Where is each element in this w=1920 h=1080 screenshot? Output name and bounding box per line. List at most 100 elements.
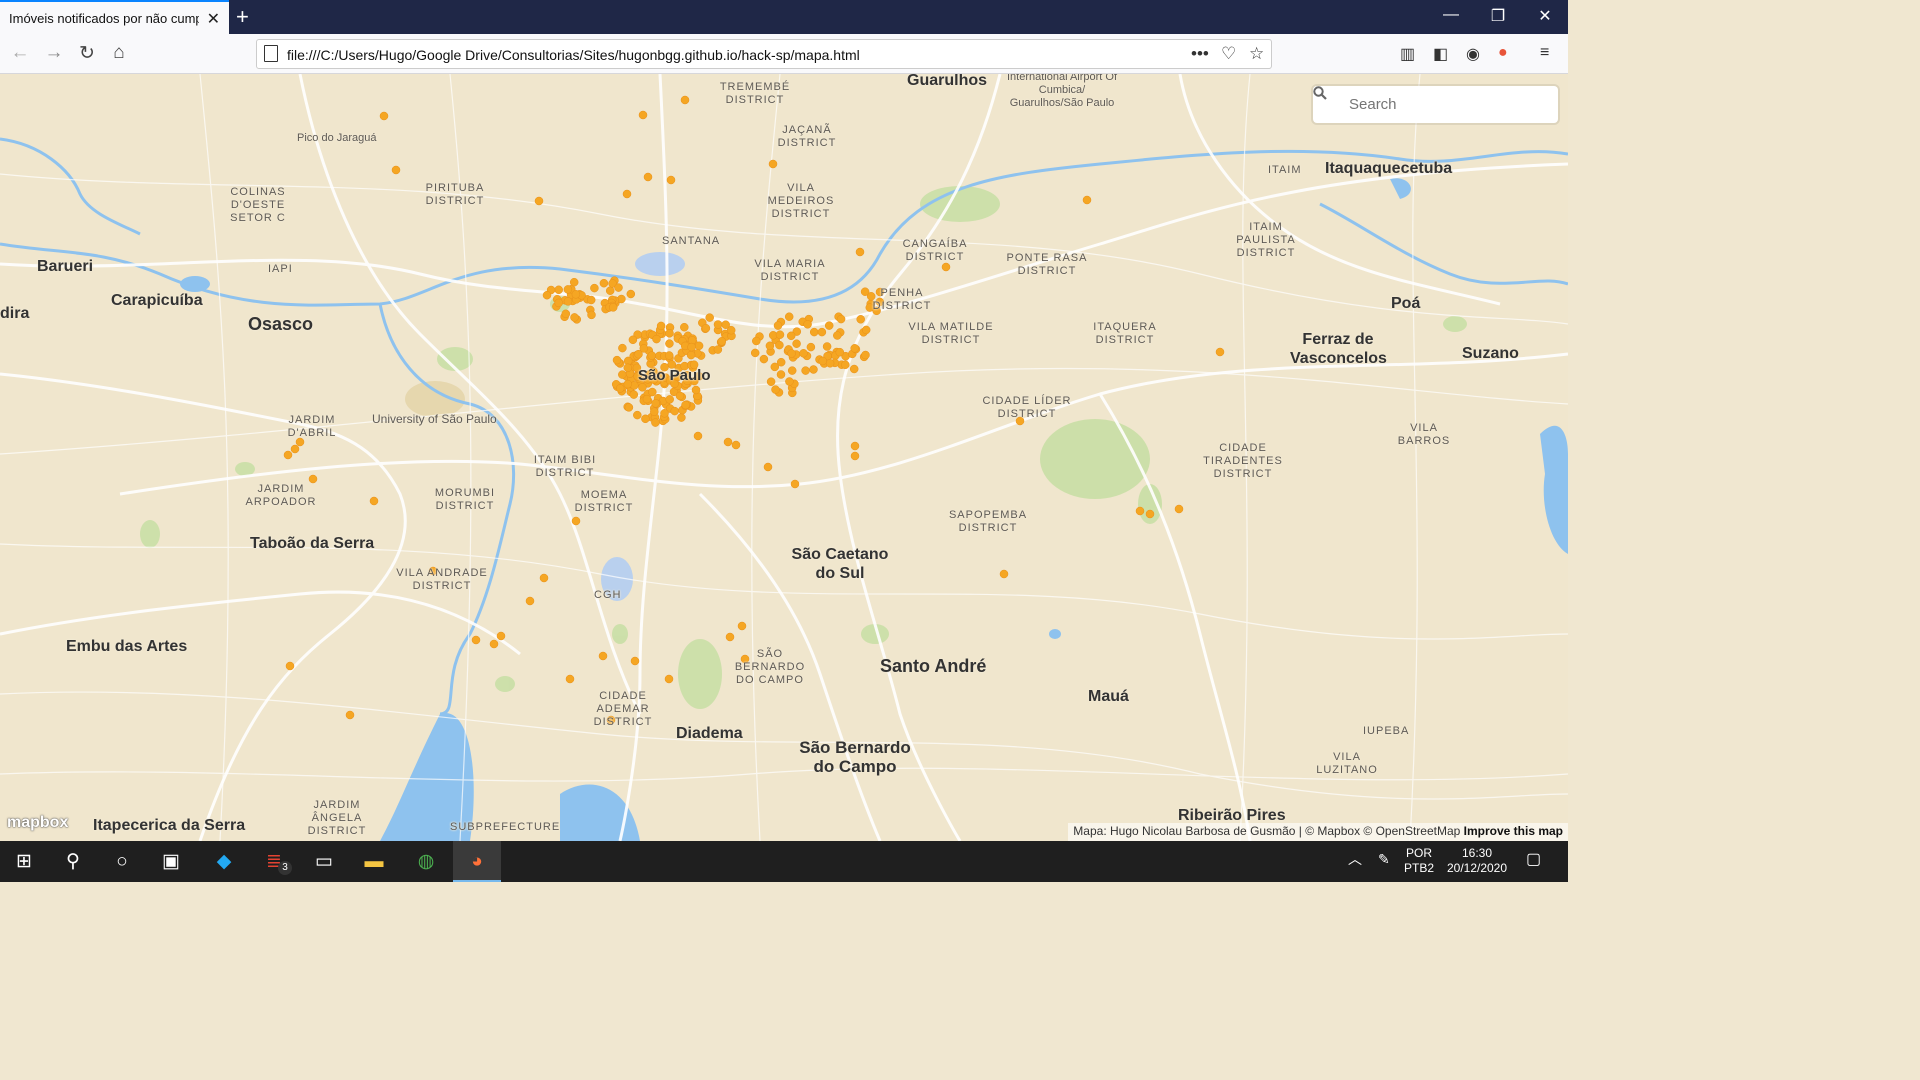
chrome-icon[interactable]: ◍ bbox=[402, 841, 450, 882]
property-marker[interactable] bbox=[752, 336, 761, 346]
property-marker[interactable] bbox=[599, 278, 609, 288]
clock[interactable]: 16:30 20/12/2020 bbox=[1444, 846, 1510, 876]
property-marker[interactable] bbox=[629, 390, 639, 399]
property-marker[interactable] bbox=[539, 573, 549, 583]
property-marker[interactable] bbox=[770, 362, 780, 372]
url-text[interactable]: file:///C:/Users/Hugo/Google Drive/Consu… bbox=[287, 47, 860, 63]
property-marker[interactable] bbox=[680, 322, 689, 332]
new-tab-icon[interactable]: + bbox=[236, 4, 249, 30]
property-marker[interactable] bbox=[809, 365, 818, 374]
property-marker[interactable] bbox=[773, 321, 783, 330]
browser-tab[interactable]: Imóveis notificados por não cumprir ✕ bbox=[0, 0, 229, 34]
property-marker[interactable] bbox=[571, 516, 581, 526]
sidebar-icon[interactable]: ◧ bbox=[1433, 44, 1448, 64]
property-marker[interactable] bbox=[665, 339, 674, 348]
property-marker[interactable] bbox=[391, 165, 401, 175]
property-marker[interactable] bbox=[721, 320, 730, 329]
menu-icon[interactable]: ≡ bbox=[1540, 44, 1549, 62]
property-marker[interactable] bbox=[656, 321, 666, 331]
task-view-icon[interactable]: ▣ bbox=[147, 841, 195, 882]
page-actions-icon[interactable]: ••• bbox=[1191, 44, 1209, 64]
property-marker[interactable] bbox=[713, 320, 723, 329]
property-marker[interactable] bbox=[833, 331, 842, 340]
property-marker[interactable] bbox=[713, 345, 723, 354]
pen-icon[interactable]: ✎ bbox=[1378, 852, 1390, 867]
property-marker[interactable] bbox=[763, 462, 773, 472]
library-icon[interactable]: ▥ bbox=[1400, 44, 1415, 64]
property-marker[interactable] bbox=[665, 329, 674, 338]
property-marker[interactable] bbox=[615, 384, 625, 393]
property-marker[interactable] bbox=[612, 355, 622, 365]
property-marker[interactable] bbox=[786, 331, 796, 341]
address-bar[interactable]: file:///C:/Users/Hugo/Google Drive/Consu… bbox=[256, 39, 1272, 69]
property-marker[interactable] bbox=[283, 450, 293, 460]
property-marker[interactable] bbox=[664, 674, 674, 684]
property-marker[interactable] bbox=[647, 351, 657, 360]
property-marker[interactable] bbox=[1215, 347, 1225, 357]
back-icon[interactable]: ← bbox=[6, 42, 34, 64]
property-marker[interactable] bbox=[737, 621, 747, 631]
property-marker[interactable] bbox=[542, 290, 552, 300]
property-marker[interactable] bbox=[818, 356, 827, 366]
property-marker[interactable] bbox=[563, 285, 573, 294]
property-marker[interactable] bbox=[850, 344, 859, 353]
property-marker[interactable] bbox=[822, 342, 832, 351]
todoist-icon[interactable]: ≣ 3 bbox=[250, 841, 298, 882]
property-marker[interactable] bbox=[648, 387, 657, 397]
attribution-text[interactable]: Mapa: Hugo Nicolau Barbosa de Gusmão | ©… bbox=[1073, 824, 1460, 838]
property-marker[interactable] bbox=[856, 315, 865, 324]
property-marker[interactable] bbox=[835, 347, 845, 357]
notifications-icon[interactable]: ▢ bbox=[1526, 852, 1541, 868]
property-marker[interactable] bbox=[836, 314, 846, 324]
property-marker[interactable] bbox=[750, 348, 760, 358]
property-marker[interactable] bbox=[618, 343, 627, 353]
property-marker[interactable] bbox=[666, 175, 676, 185]
property-marker[interactable] bbox=[590, 283, 599, 293]
property-marker[interactable] bbox=[841, 360, 850, 370]
property-marker[interactable] bbox=[489, 639, 499, 649]
language-indicator[interactable]: POR PTB2 bbox=[1404, 846, 1434, 876]
close-window-icon[interactable]: ✕ bbox=[1530, 6, 1560, 26]
property-marker[interactable] bbox=[792, 339, 801, 348]
restore-icon[interactable]: ❐ bbox=[1483, 6, 1513, 26]
property-marker[interactable] bbox=[731, 440, 741, 450]
property-marker[interactable] bbox=[861, 325, 871, 335]
property-marker[interactable] bbox=[861, 350, 870, 360]
firefox-icon[interactable]: ◕ bbox=[453, 841, 501, 882]
property-marker[interactable] bbox=[650, 407, 659, 416]
property-marker[interactable] bbox=[565, 674, 575, 684]
property-marker[interactable] bbox=[860, 287, 870, 296]
tray-chevron-icon[interactable]: ︿ bbox=[1348, 852, 1362, 867]
property-marker[interactable] bbox=[569, 277, 579, 287]
terminal-icon[interactable]: ▭ bbox=[300, 841, 348, 882]
property-marker[interactable] bbox=[638, 110, 648, 120]
start-button[interactable]: ⊞ bbox=[0, 841, 48, 882]
property-marker[interactable] bbox=[1174, 504, 1184, 514]
property-marker[interactable] bbox=[941, 262, 951, 272]
property-marker[interactable] bbox=[768, 159, 778, 169]
mapbox-logo[interactable]: mapbox bbox=[7, 814, 68, 832]
property-marker[interactable] bbox=[717, 337, 727, 346]
property-marker[interactable] bbox=[799, 349, 808, 358]
property-marker[interactable] bbox=[775, 330, 785, 339]
file-explorer-icon[interactable]: ▬ bbox=[350, 841, 398, 882]
property-marker[interactable] bbox=[776, 370, 786, 379]
property-marker[interactable] bbox=[787, 366, 797, 375]
property-marker[interactable] bbox=[670, 406, 679, 416]
property-marker[interactable] bbox=[633, 410, 642, 420]
property-marker[interactable] bbox=[806, 342, 816, 352]
property-marker[interactable] bbox=[534, 196, 544, 206]
property-marker[interactable] bbox=[586, 295, 596, 305]
extension-icon[interactable]: ● bbox=[1498, 44, 1508, 62]
property-marker[interactable] bbox=[686, 350, 696, 360]
property-marker[interactable] bbox=[651, 418, 660, 427]
property-marker[interactable] bbox=[570, 313, 579, 322]
property-marker[interactable] bbox=[525, 596, 535, 606]
improve-map-link[interactable]: Improve this map bbox=[1464, 824, 1563, 838]
property-marker[interactable] bbox=[626, 289, 636, 299]
property-marker[interactable] bbox=[850, 451, 860, 461]
property-marker[interactable] bbox=[285, 661, 295, 671]
property-marker[interactable] bbox=[664, 351, 674, 360]
property-marker[interactable] bbox=[723, 437, 733, 447]
property-marker[interactable] bbox=[308, 474, 318, 484]
